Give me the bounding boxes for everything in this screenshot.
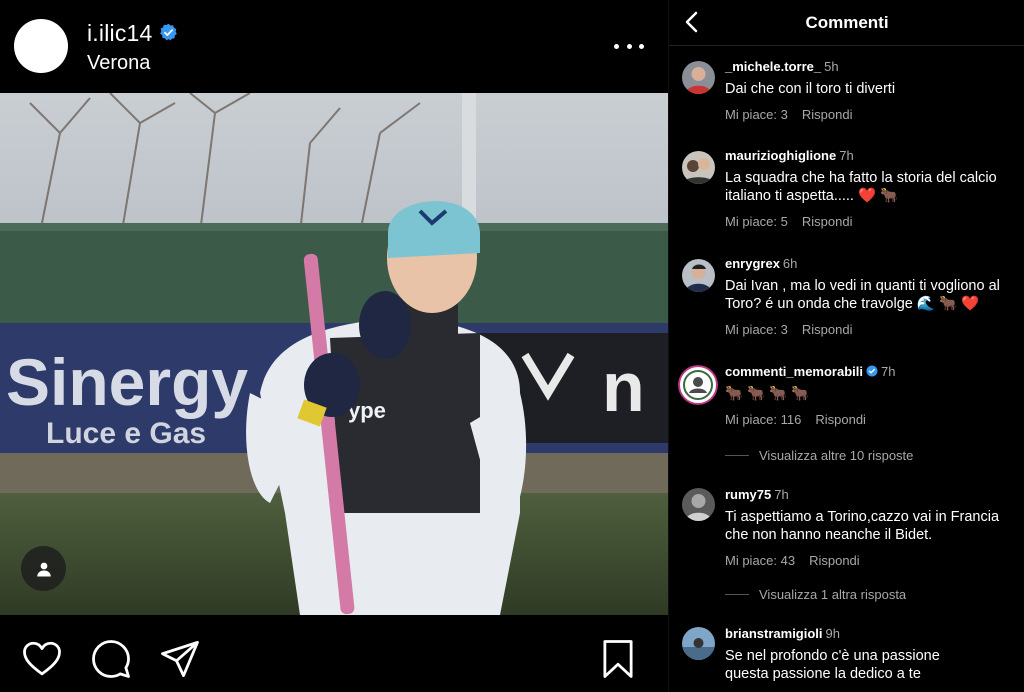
comment-time: 9h	[825, 626, 840, 641]
author-avatar[interactable]	[14, 19, 68, 73]
comment-username[interactable]: _michele.torre_	[725, 59, 821, 74]
comment-body: commenti_memorabili 7h 🐂 🐂 🐂 🐂 Mi piace: …	[725, 363, 1017, 427]
reply-button[interactable]: Rispondi	[809, 553, 860, 568]
commenter-avatar[interactable]	[682, 61, 715, 94]
post-header: i.ilic14 Verona	[0, 0, 668, 93]
verified-badge-icon	[866, 365, 878, 377]
banner-text: Sinergy	[6, 345, 248, 419]
share-icon[interactable]	[159, 638, 201, 680]
training-photo-illustration: Sinergy Luce e Gas n ype	[0, 93, 668, 615]
reply-button[interactable]: Rispondi	[815, 412, 866, 427]
comment-body: rumy75 7h Ti aspettiamo a Torino,cazzo va…	[725, 486, 1017, 568]
comments-panel: Commenti _michele.torre_ 5h Dai che con i…	[668, 0, 1024, 692]
reply-button[interactable]: Rispondi	[802, 322, 853, 337]
comment-body: _michele.torre_ 5h Dai che con il toro ti…	[725, 58, 1017, 122]
comment-icon[interactable]	[90, 638, 132, 680]
author-username-row[interactable]: i.ilic14	[87, 20, 178, 47]
comment-username[interactable]: enrygrex	[725, 256, 780, 271]
author-username[interactable]: i.ilic14	[87, 20, 153, 46]
post-view: i.ilic14 Verona Sinergy Luce e Gas n ype	[0, 0, 668, 692]
comment-likes[interactable]: Mi piace: 3	[725, 322, 788, 337]
commenter-avatar[interactable]	[678, 365, 718, 405]
comment-text: La squadra che ha fatto la storia del ca…	[725, 170, 997, 204]
user-tag-icon[interactable]	[21, 546, 66, 591]
comment-text: 🐂 🐂 🐂 🐂	[725, 386, 810, 402]
post-actions-bar	[0, 615, 668, 692]
banner-subtext: Luce e Gas	[46, 417, 206, 450]
more-options-icon[interactable]	[614, 36, 644, 56]
heart-icon[interactable]	[21, 638, 63, 680]
comment-username[interactable]: rumy75	[725, 487, 771, 502]
commenter-avatar[interactable]	[682, 627, 715, 660]
reply-button[interactable]: Rispondi	[802, 214, 853, 229]
comment-likes[interactable]: Mi piace: 5	[725, 214, 788, 229]
comment-text: Ti aspettiamo a Torino,cazzo vai in Fran…	[725, 509, 1000, 543]
comment-likes[interactable]: Mi piace: 43	[725, 553, 795, 568]
comment-likes[interactable]: Mi piace: 3	[725, 107, 788, 122]
svg-text:n: n	[602, 348, 645, 426]
comment-time: 7h	[881, 364, 896, 379]
commenter-avatar[interactable]	[682, 259, 715, 292]
comment-username[interactable]: maurizioghiglione	[725, 148, 836, 163]
comment-text: Dai Ivan , ma lo vedi in quanti ti vogli…	[725, 278, 1000, 312]
comment-text: Dai che con il toro ti diverti	[725, 81, 896, 97]
post-photo[interactable]: Sinergy Luce e Gas n ype	[0, 93, 668, 615]
comment-time: 7h	[774, 487, 789, 502]
comment-time: 7h	[839, 148, 854, 163]
comment-text: Se nel profondo c'è una passione questa …	[725, 648, 940, 682]
reply-button[interactable]: Rispondi	[802, 107, 853, 122]
view-more-replies-button[interactable]: Visualizza altre 10 risposte	[725, 448, 913, 463]
commenter-avatar[interactable]	[682, 151, 715, 184]
post-location[interactable]: Verona	[87, 52, 150, 75]
comment-username[interactable]: commenti_memorabili	[725, 364, 863, 379]
comment-username[interactable]: brianstramigioli	[725, 626, 823, 641]
comment-likes[interactable]: Mi piace: 116	[725, 412, 801, 427]
bookmark-icon[interactable]	[597, 638, 639, 680]
view-more-replies-button[interactable]: Visualizza 1 altra risposta	[725, 587, 906, 602]
comment-time: 6h	[782, 256, 798, 271]
verified-badge-icon	[159, 24, 177, 41]
view-more-replies-label[interactable]: Visualizza 1 altra risposta	[759, 587, 906, 602]
comments-title: Commenti	[805, 13, 889, 32]
view-more-replies-label[interactable]: Visualizza altre 10 risposte	[759, 448, 913, 463]
comment-body: enrygrex 6h Dai Ivan , ma lo vedi in quan…	[725, 255, 1017, 337]
comment-body: brianstramigioli 9h Se nel profondo c'è u…	[725, 625, 1017, 683]
comment-time: 5h	[824, 59, 839, 74]
comment-body: maurizioghiglione 7h La squadra che ha fa…	[725, 147, 1017, 229]
comments-header: Commenti	[669, 0, 1024, 46]
commenter-avatar[interactable]	[682, 488, 715, 521]
